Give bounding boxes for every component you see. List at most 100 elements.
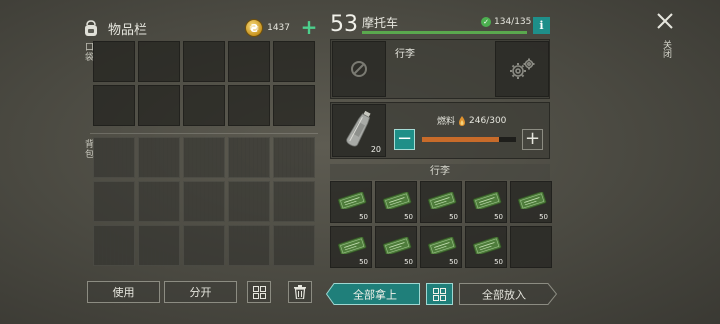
backpack-slot[interactable]: [138, 225, 180, 266]
cargo-slot-qty: 50: [494, 258, 503, 266]
cargo-slot-qty: 50: [404, 213, 413, 221]
cargo-slot-qty: 50: [539, 213, 548, 221]
cargo-slot[interactable]: 50: [465, 226, 507, 268]
backpack-icon: [85, 20, 97, 36]
cargo-slot[interactable]: 50: [420, 226, 462, 268]
durability-bar: [362, 31, 527, 34]
cargo-grid: 50 50 50 50 50 50 50 50 50: [330, 181, 552, 268]
backpack-slot[interactable]: [93, 225, 135, 266]
coupon-icon: [517, 192, 547, 209]
pocket-slot[interactable]: [228, 41, 270, 82]
info-button[interactable]: i: [533, 17, 550, 34]
backpack-slot[interactable]: [228, 137, 270, 178]
section-divider: [90, 133, 318, 134]
cargo-slot-qty: 50: [494, 213, 503, 221]
cargo-slot[interactable]: 50: [330, 181, 372, 223]
cargo-slot-qty: 50: [359, 213, 368, 221]
pocket-slot[interactable]: [273, 85, 315, 126]
sort-grid-button[interactable]: [247, 281, 271, 303]
fuel-info: 燃料 246/300: [437, 114, 506, 127]
coin-amount: 1437: [267, 23, 290, 33]
fuel-panel: 20 燃料 246/300 − +: [330, 102, 550, 159]
pocket-slot[interactable]: [183, 85, 225, 126]
backpack-slot[interactable]: [183, 181, 225, 222]
cargo-sort-button[interactable]: [426, 283, 453, 305]
coupon-icon: [382, 192, 412, 209]
coupon-icon: [472, 192, 502, 209]
pocket-slot[interactable]: [138, 41, 180, 82]
add-coins-button[interactable]: +: [300, 17, 318, 37]
fuel-label: 燃料: [437, 117, 456, 127]
trunk-panel: 行李: [330, 39, 550, 99]
backpack-slot[interactable]: [183, 225, 225, 266]
take-all-label: 全部拿上: [353, 288, 397, 302]
put-all-label: 全部放入: [482, 288, 526, 302]
cargo-slot[interactable]: 50: [375, 181, 417, 223]
pocket-slot[interactable]: [273, 41, 315, 82]
cargo-slot[interactable]: 50: [465, 181, 507, 223]
fuel-decrease-button[interactable]: −: [394, 129, 415, 150]
cargo-slot[interactable]: 50: [375, 226, 417, 268]
backpack-slot[interactable]: [273, 225, 315, 266]
fuel-item-qty: 20: [370, 145, 381, 154]
coupon-icon: [427, 237, 457, 254]
coupon-icon: [337, 192, 367, 209]
backpack-slot[interactable]: [138, 137, 180, 178]
trash-icon: [294, 285, 306, 299]
gears-icon: [510, 58, 535, 79]
cargo-slot[interactable]: 50: [510, 181, 552, 223]
coupon-icon: [472, 237, 502, 254]
backpack-slot[interactable]: [228, 225, 270, 266]
trash-button[interactable]: [288, 281, 312, 303]
close-label[interactable]: 关闭: [660, 40, 673, 58]
coin-icon: ₴: [245, 19, 264, 37]
fuel-value: 246/300: [469, 115, 507, 126]
pocket-slot[interactable]: [183, 41, 225, 82]
grid-icon: [433, 287, 446, 301]
cargo-slot[interactable]: 50: [420, 181, 462, 223]
engine-slot[interactable]: [495, 41, 549, 97]
split-button[interactable]: 分开: [164, 281, 237, 303]
use-button[interactable]: 使用: [87, 281, 160, 303]
pocket-slot[interactable]: [228, 85, 270, 126]
cargo-slot-qty: 50: [359, 258, 368, 266]
coupon-icon: [382, 237, 412, 254]
backpack-slot[interactable]: [93, 137, 135, 178]
trunk-slot[interactable]: [332, 41, 386, 97]
vehicle-name: 摩托车: [362, 16, 399, 30]
pocket-grid: [93, 41, 315, 126]
pocket-slot[interactable]: [93, 85, 135, 126]
grid-icon: [252, 285, 266, 299]
cargo-slot[interactable]: 50: [330, 226, 372, 268]
pocket-slot[interactable]: [138, 85, 180, 126]
inventory-title: 物品栏: [108, 22, 148, 38]
backpack-slot[interactable]: [228, 181, 270, 222]
durability-check-icon: ✓: [481, 17, 491, 27]
trunk-label: 行李: [395, 49, 415, 60]
backpack-slot[interactable]: [273, 181, 315, 222]
cargo-slot-qty: 50: [404, 258, 413, 266]
backpack-grid: [93, 137, 315, 266]
inventory-header: 物品栏 ₴ 1437 +: [82, 14, 318, 42]
fuel-bottle-icon: [346, 110, 371, 147]
fuel-increase-button[interactable]: +: [522, 129, 543, 150]
vehicle-level: 53: [330, 12, 358, 37]
coupon-icon: [427, 192, 457, 209]
close-icon[interactable]: [656, 12, 674, 30]
coupon-icon: [337, 237, 367, 254]
fuel-bar-fill: [422, 137, 500, 142]
backpack-slot[interactable]: [273, 137, 315, 178]
cargo-header: 行李: [330, 164, 550, 180]
backpack-slot[interactable]: [183, 137, 225, 178]
no-entry-icon: [351, 61, 367, 77]
take-all-button[interactable]: 全部拿上: [326, 283, 420, 305]
fuel-item-slot[interactable]: 20: [332, 104, 386, 157]
fuel-bar[interactable]: [422, 137, 516, 142]
backpack-slot[interactable]: [138, 181, 180, 222]
pocket-slot[interactable]: [93, 41, 135, 82]
durability-display: ✓ 134/135: [481, 17, 531, 27]
backpack-slot[interactable]: [93, 181, 135, 222]
cargo-slot[interactable]: [510, 226, 552, 268]
coin-display: ₴ 1437 +: [245, 17, 318, 37]
put-all-button[interactable]: 全部放入: [459, 283, 557, 305]
